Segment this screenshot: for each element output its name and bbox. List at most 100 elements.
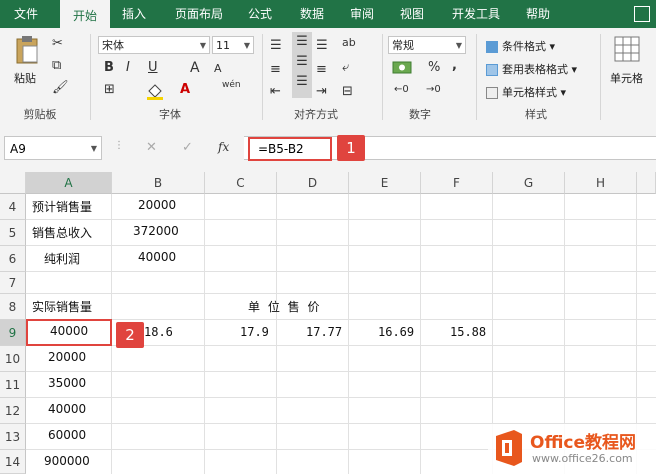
row-header-6[interactable]: 6 [0, 246, 26, 272]
cell-a11[interactable]: 35000 [48, 376, 86, 390]
cells-icon[interactable] [614, 36, 640, 66]
cell-a13[interactable]: 60000 [48, 428, 86, 442]
number-group-label: 数字 [409, 108, 431, 121]
align-bottom-icon[interactable]: ☰ [316, 38, 328, 53]
indent-decrease-icon[interactable]: ⇤ [270, 84, 281, 99]
cell-e9[interactable]: 16.69 [378, 325, 414, 339]
col-header-d[interactable]: D [277, 172, 349, 194]
tab-data[interactable]: 数据 [292, 0, 332, 28]
row-header-8[interactable]: 8 [0, 294, 26, 320]
cell-f9[interactable]: 15.88 [450, 325, 486, 339]
selected-cell-highlight [26, 319, 112, 346]
grow-font-button[interactable]: A [190, 60, 200, 76]
align-top-icon[interactable]: ☰ [270, 38, 282, 53]
cell-a6[interactable]: 纯利润 [44, 250, 80, 267]
italic-button[interactable]: I [126, 60, 130, 75]
row-header-14[interactable]: 14 [0, 450, 26, 474]
cell-a8[interactable]: 实际销售量 [32, 298, 92, 315]
col-header-h[interactable]: H [565, 172, 637, 194]
col-header-g[interactable]: G [493, 172, 565, 194]
cell-a5[interactable]: 销售总收入 [32, 224, 92, 241]
name-box[interactable]: A9 ▼ [4, 136, 102, 160]
col-header-i[interactable] [637, 172, 656, 194]
row-header-12[interactable]: 12 [0, 398, 26, 424]
indent-increase-icon[interactable]: ⇥ [316, 84, 327, 99]
align-right-icon[interactable]: ≡ [316, 62, 327, 77]
fill-color-icon[interactable] [146, 82, 164, 104]
unit-price-header[interactable]: 单 位 售 价 [248, 298, 321, 315]
cancel-icon[interactable]: ✕ [146, 140, 157, 155]
callout-badge-2: 2 [116, 322, 144, 348]
watermark-url: www.office26.com [532, 452, 633, 465]
font-name-combo[interactable]: 宋体 ▼ [98, 36, 210, 54]
callout-badge-1: 1 [337, 135, 365, 161]
currency-icon[interactable] [392, 60, 414, 80]
insert-function-icon[interactable]: fx [218, 140, 229, 154]
copy-icon[interactable]: ⧉ [52, 58, 61, 73]
cells-label[interactable]: 单元格 [610, 70, 643, 86]
row-header-9[interactable]: 9 [0, 320, 26, 346]
border-icon[interactable]: ⊞ [104, 82, 115, 97]
cut-icon[interactable]: ✂ [52, 36, 63, 51]
format-as-table-button[interactable]: 套用表格格式 ▾ [486, 61, 577, 77]
underline-button[interactable]: U [148, 60, 158, 75]
select-all-corner[interactable] [0, 172, 26, 194]
percent-button[interactable]: % [428, 60, 440, 75]
tab-home[interactable]: 开始 [60, 0, 110, 30]
tab-page-layout[interactable]: 页面布局 [164, 0, 234, 28]
tab-insert[interactable]: 插入 [114, 0, 154, 28]
number-format-combo[interactable]: 常规 ▼ [388, 36, 466, 54]
row-header-10[interactable]: 10 [0, 346, 26, 372]
chevron-down-icon[interactable]: ▼ [91, 137, 97, 161]
align-left-icon[interactable]: ≡ [270, 62, 281, 77]
shrink-font-button[interactable]: A [214, 62, 222, 75]
cell-b4[interactable]: 20000 [138, 198, 176, 212]
format-painter-icon[interactable]: 🖌 [52, 80, 69, 95]
phonetic-icon[interactable]: wén [222, 80, 241, 90]
cell-a14[interactable]: 900000 [44, 454, 90, 468]
col-header-e[interactable]: E [349, 172, 421, 194]
row-header-5[interactable]: 5 [0, 220, 26, 246]
cell-styles-button[interactable]: 单元格样式 ▾ [486, 84, 566, 100]
merge-cells-icon[interactable]: ⊟ [342, 84, 353, 99]
comma-button[interactable]: , [452, 58, 457, 73]
row-header-11[interactable]: 11 [0, 372, 26, 398]
cell-a12[interactable]: 40000 [48, 402, 86, 416]
bold-button[interactable]: B [104, 60, 114, 75]
cell-b9[interactable]: 18.6 [144, 325, 173, 339]
enter-icon[interactable]: ✓ [182, 140, 193, 155]
tab-formulas[interactable]: 公式 [242, 0, 278, 28]
font-color-icon[interactable]: A [180, 82, 190, 97]
font-size-combo[interactable]: 11 ▼ [212, 36, 254, 54]
cell-c9[interactable]: 17.9 [240, 325, 269, 339]
cell-b5[interactable]: 372000 [133, 224, 179, 238]
cell-d9[interactable]: 17.77 [306, 325, 342, 339]
row-header-7[interactable]: 7 [0, 272, 26, 294]
row-header-4[interactable]: 4 [0, 194, 26, 220]
conditional-format-button[interactable]: 条件格式 ▾ [486, 38, 555, 54]
col-header-a[interactable]: A [26, 172, 112, 194]
cell-a4[interactable]: 预计销售量 [32, 198, 92, 215]
tab-help[interactable]: 帮助 [520, 0, 556, 28]
paste-label[interactable]: 粘贴 [14, 70, 36, 86]
col-header-f[interactable]: F [421, 172, 493, 194]
decrease-decimal-icon[interactable]: →0 [426, 84, 441, 95]
wrap-text-icon[interactable]: ⤶ [342, 60, 349, 75]
col-header-b[interactable]: B [112, 172, 205, 194]
gridline [26, 371, 656, 372]
row-header-13[interactable]: 13 [0, 424, 26, 450]
tab-developer[interactable]: 开发工具 [446, 0, 506, 28]
share-icon[interactable] [634, 6, 650, 22]
format-as-table-label: 套用表格格式 [502, 63, 568, 76]
formula-text[interactable]: =B5-B2 [248, 137, 332, 161]
orientation-icon[interactable]: ab [342, 36, 356, 49]
tab-review[interactable]: 审阅 [344, 0, 380, 28]
tab-view[interactable]: 视图 [394, 0, 430, 28]
paste-icon[interactable] [14, 36, 40, 66]
tab-file[interactable]: 文件 [4, 0, 48, 28]
cell-b6[interactable]: 40000 [138, 250, 176, 264]
cell-a10[interactable]: 20000 [48, 350, 86, 364]
col-header-c[interactable]: C [205, 172, 277, 194]
increase-decimal-icon[interactable]: ←0 [394, 84, 409, 95]
align-middle-icon[interactable]: ☰ ☰ ☰ [292, 32, 312, 98]
